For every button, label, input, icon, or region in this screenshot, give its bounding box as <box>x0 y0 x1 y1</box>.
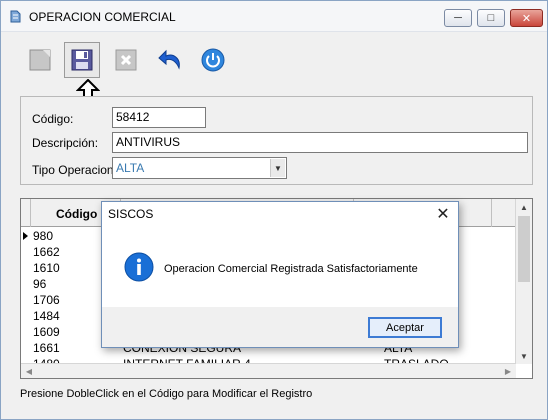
cell-codigo[interactable]: 980 <box>33 229 53 243</box>
scroll-down-icon[interactable]: ▼ <box>516 348 532 364</box>
descripcion-input[interactable]: ANTIVIRUS <box>112 132 528 153</box>
close-icon: ✕ <box>436 206 450 223</box>
cell-codigo[interactable]: 1484 <box>33 309 60 323</box>
tipo-operacion-select[interactable]: ALTA ▼ <box>112 157 287 179</box>
message-dialog: SISCOS ✕ Operacion Comercial Registrada … <box>101 201 459 348</box>
app-icon <box>10 10 21 23</box>
status-text: Presione DobleClick en el Código para Mo… <box>20 388 313 400</box>
cell-codigo[interactable]: 1610 <box>33 261 60 275</box>
dialog-message: Operacion Comercial Registrada Satisfact… <box>164 263 418 275</box>
minimize-button[interactable]: ─ <box>444 9 472 27</box>
cell-codigo[interactable]: 1609 <box>33 325 60 339</box>
floppy-disk-icon <box>71 49 93 71</box>
dialog-close-button[interactable]: ✕ <box>432 205 454 223</box>
cancel-button[interactable] <box>109 43 143 77</box>
cell-codigo[interactable]: 96 <box>33 277 46 291</box>
cell-codigo[interactable]: 1662 <box>33 245 60 259</box>
chevron-down-icon[interactable]: ▼ <box>270 159 285 177</box>
horizontal-scrollbar[interactable]: ◀ ▶ <box>21 363 516 378</box>
exit-button[interactable] <box>196 43 230 77</box>
descripcion-label: Descripción: <box>32 136 99 150</box>
scroll-thumb[interactable] <box>518 216 530 282</box>
minimize-icon: ─ <box>454 12 462 24</box>
aceptar-button[interactable]: Aceptar <box>368 317 442 338</box>
tipo-operacion-label: Tipo Operacion <box>32 163 114 177</box>
scroll-right-icon[interactable]: ▶ <box>500 364 516 378</box>
delete-x-icon <box>115 49 137 71</box>
new-button[interactable] <box>23 43 57 77</box>
save-button[interactable] <box>64 42 100 78</box>
scroll-left-icon[interactable]: ◀ <box>21 364 37 378</box>
dialog-body: Operacion Comercial Registrada Satisfact… <box>102 227 458 307</box>
close-icon: ✕ <box>521 12 532 25</box>
scroll-up-icon[interactable]: ▲ <box>516 199 532 215</box>
new-page-icon <box>29 49 51 71</box>
codigo-label: Código: <box>32 112 74 126</box>
undo-button[interactable] <box>154 43 188 77</box>
title-bar: OPERACION COMERCIAL ─ □ ✕ <box>1 1 547 32</box>
power-icon <box>201 48 225 72</box>
maximize-button[interactable]: □ <box>477 9 505 27</box>
close-window-button[interactable]: ✕ <box>510 9 543 27</box>
vertical-scrollbar[interactable]: ▲ ▼ <box>515 199 532 364</box>
dialog-footer: Aceptar <box>102 307 458 347</box>
cell-codigo[interactable]: 1706 <box>33 293 60 307</box>
undo-arrow-icon <box>158 49 180 70</box>
row-selector-header <box>21 199 31 227</box>
info-icon <box>124 252 154 282</box>
codigo-input[interactable]: 58412 <box>112 107 206 128</box>
dialog-title: SISCOS <box>108 207 154 221</box>
maximize-icon: □ <box>487 12 495 24</box>
current-row-marker-icon <box>23 232 28 240</box>
dialog-title-bar: SISCOS ✕ <box>102 202 458 227</box>
cell-codigo[interactable]: 1661 <box>33 341 60 355</box>
form-panel: Código: 58412 Descripción: ANTIVIRUS Tip… <box>20 96 533 185</box>
tipo-operacion-value: ALTA <box>116 161 145 175</box>
window-title: OPERACION COMERCIAL <box>29 10 176 24</box>
